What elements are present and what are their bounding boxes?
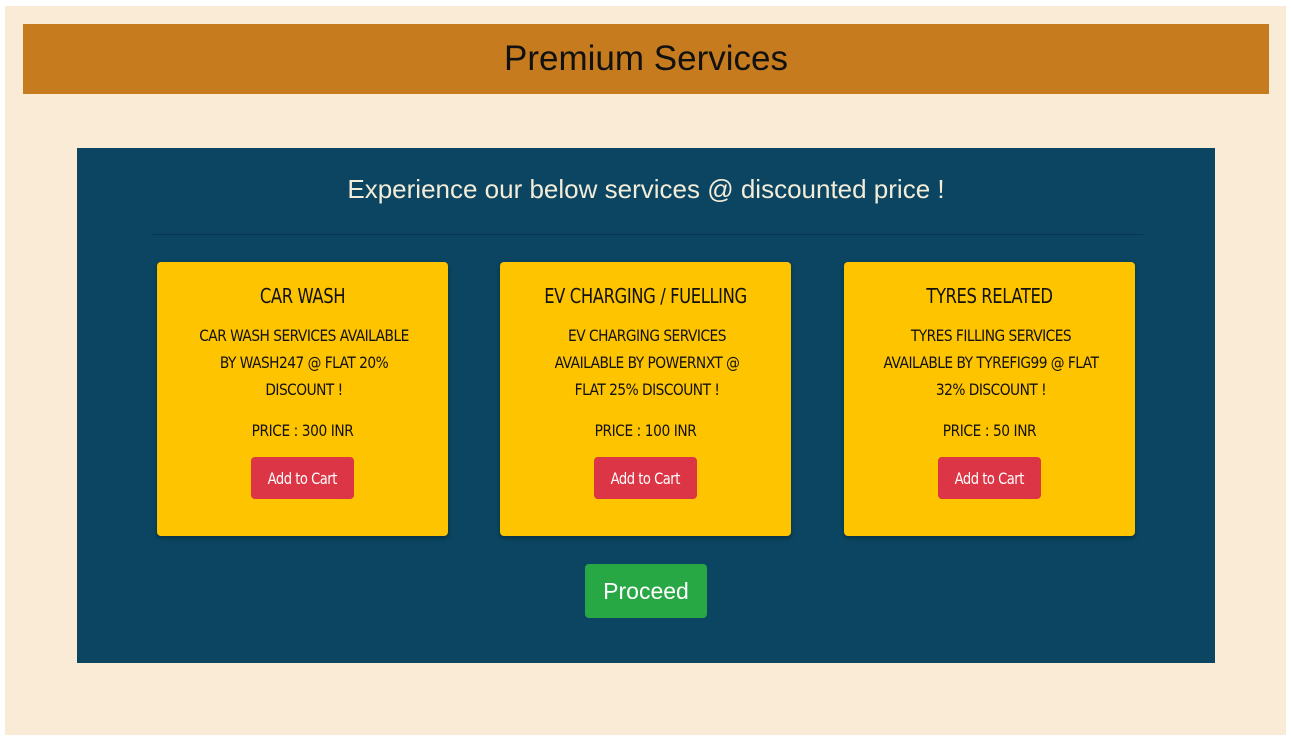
proceed-button[interactable]: Proceed: [585, 564, 707, 618]
card-title: CAR WASH: [259, 284, 346, 308]
service-card-ev-charging: EV CHARGING / FUELLING EV CHARGING SERVI…: [500, 262, 791, 536]
card-price: PRICE : 50 INR: [942, 421, 1037, 440]
page-background: Premium Services Experience our below se…: [5, 6, 1286, 735]
add-to-cart-label: Add to Cart: [954, 468, 1025, 488]
heading-divider: [151, 234, 1143, 235]
add-to-cart-label: Add to Cart: [267, 468, 338, 488]
service-card-car-wash: CAR WASH CAR WASH SERVICES AVAILABLE BY …: [157, 262, 448, 536]
card-price: PRICE : 100 INR: [594, 421, 697, 440]
card-title: EV CHARGING / FUELLING: [544, 284, 747, 308]
card-price: PRICE : 300 INR: [251, 421, 354, 440]
panel-heading: Experience our below services @ discount…: [347, 174, 945, 204]
card-description: TYRES FILLING SERVICES AVAILABLE BY TYRE…: [883, 326, 1099, 399]
card-title: TYRES RELATED: [926, 284, 1053, 308]
card-description: EV CHARGING SERVICES AVAILABLE BY POWERN…: [554, 326, 740, 399]
add-to-cart-button-ev-charging[interactable]: Add to Cart: [594, 457, 697, 499]
add-to-cart-button-car-wash[interactable]: Add to Cart: [251, 457, 354, 499]
card-description: CAR WASH SERVICES AVAILABLE BY WASH247 @…: [199, 326, 409, 399]
add-to-cart-button-tyres[interactable]: Add to Cart: [938, 457, 1041, 499]
page-title: Premium Services: [504, 39, 788, 78]
add-to-cart-label: Add to Cart: [610, 468, 681, 488]
service-card-tyres: TYRES RELATED TYRES FILLING SERVICES AVA…: [844, 262, 1135, 536]
header-banner: Premium Services: [23, 24, 1269, 94]
services-panel: Experience our below services @ discount…: [77, 148, 1215, 663]
